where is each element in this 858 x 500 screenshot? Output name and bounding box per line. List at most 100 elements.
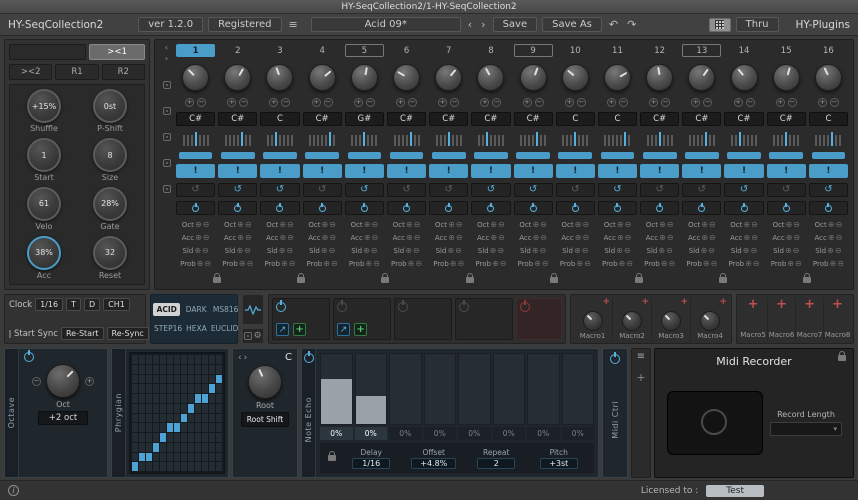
step-note[interactable]: C# xyxy=(724,112,763,126)
seq-tab[interactable]: R1 xyxy=(55,64,98,80)
plus-circle-icon[interactable]: ⊕ xyxy=(490,234,497,242)
minus-circle-icon[interactable]: ⊖ xyxy=(793,221,800,229)
scale-cell[interactable] xyxy=(216,433,222,442)
echo-lock-icon[interactable] xyxy=(328,455,336,461)
scale-cell[interactable] xyxy=(132,355,138,364)
scale-cell[interactable] xyxy=(216,423,222,432)
step-note[interactable]: C xyxy=(556,112,595,126)
octave-knob[interactable] xyxy=(46,364,80,398)
scale-cell[interactable] xyxy=(132,375,138,384)
step-accent[interactable]: ! xyxy=(429,164,468,178)
row-randomize-icon[interactable] xyxy=(163,185,171,193)
step-plus-icon[interactable]: + xyxy=(396,98,405,107)
minus-circle-icon[interactable]: ⊖ xyxy=(625,234,632,242)
scale-cell[interactable] xyxy=(195,433,201,442)
macro-add-icon[interactable]: + xyxy=(681,297,689,307)
scale-cell[interactable] xyxy=(139,423,145,432)
root-shift-button[interactable]: Root Shift xyxy=(241,412,289,427)
scale-cell[interactable] xyxy=(181,414,187,423)
lock-icon[interactable] xyxy=(381,277,389,283)
mini-prob[interactable]: Prob⊕⊖ xyxy=(556,259,595,270)
step-slide[interactable]: ↺ xyxy=(176,183,215,197)
step-slide[interactable]: ↺ xyxy=(556,183,595,197)
step-knob[interactable] xyxy=(731,64,758,91)
mini-prob[interactable]: Prob⊕⊖ xyxy=(514,259,553,270)
scale-cell[interactable] xyxy=(146,433,152,442)
minus-circle-icon[interactable]: ⊖ xyxy=(836,234,843,242)
step-length-bar[interactable] xyxy=(305,152,339,159)
step-length-bar[interactable] xyxy=(812,152,846,159)
scale-cell[interactable] xyxy=(202,443,208,452)
step-plus-icon[interactable]: + xyxy=(312,98,321,107)
step-octave-ticks[interactable] xyxy=(682,130,721,146)
step-length-bar[interactable] xyxy=(221,152,255,159)
scale-cell[interactable] xyxy=(216,355,222,364)
step-gate[interactable] xyxy=(767,201,806,215)
mini-prob[interactable]: Prob⊕⊖ xyxy=(218,259,257,270)
step-accent[interactable]: ! xyxy=(724,164,763,178)
plus-circle-icon[interactable]: ⊕ xyxy=(281,260,288,268)
scale-cell[interactable] xyxy=(174,404,180,413)
plus-circle-icon[interactable]: ⊕ xyxy=(828,221,835,229)
scale-cell[interactable] xyxy=(153,404,159,413)
step-slide[interactable]: ↺ xyxy=(640,183,679,197)
minus-circle-icon[interactable]: ⊖ xyxy=(372,234,379,242)
step-octave-ticks[interactable] xyxy=(809,130,848,146)
scale-cell[interactable] xyxy=(174,384,180,393)
plus-circle-icon[interactable]: ⊕ xyxy=(661,260,668,268)
scale-cell[interactable] xyxy=(209,453,215,462)
row-randomize-icon[interactable] xyxy=(163,81,171,89)
mini-oct[interactable]: Oct⊕⊖ xyxy=(724,220,763,231)
scale-cell[interactable] xyxy=(181,423,187,432)
step-minus-icon[interactable]: − xyxy=(492,98,501,107)
triplet-button[interactable]: T xyxy=(66,298,81,311)
scale-cell[interactable] xyxy=(167,453,173,462)
scale-cell[interactable] xyxy=(167,355,173,364)
step-slide[interactable]: ↺ xyxy=(682,183,721,197)
step-minus-icon[interactable]: − xyxy=(197,98,206,107)
step-accent[interactable]: ! xyxy=(640,164,679,178)
scale-cell[interactable] xyxy=(167,443,173,452)
plus-circle-icon[interactable]: ⊕ xyxy=(490,221,497,229)
step-gate[interactable] xyxy=(471,201,510,215)
echo-step[interactable] xyxy=(493,353,526,425)
step-minus-icon[interactable]: − xyxy=(703,98,712,107)
mini-oct[interactable]: Oct⊕⊖ xyxy=(640,220,679,231)
step-accent[interactable]: ! xyxy=(514,164,553,178)
scale-cell[interactable] xyxy=(146,375,152,384)
macro-knob[interactable] xyxy=(622,311,642,331)
step-octave-ticks[interactable] xyxy=(640,130,679,146)
minus-circle-icon[interactable]: ⊖ xyxy=(582,247,589,255)
step-accent[interactable]: ! xyxy=(767,164,806,178)
mini-sld[interactable]: Sld⊕⊖ xyxy=(260,246,299,257)
waveform-icon[interactable] xyxy=(242,294,264,325)
scale-cell[interactable] xyxy=(181,394,187,403)
plus-circle-icon[interactable]: ⊕ xyxy=(490,247,497,255)
minus-circle-icon[interactable]: ⊖ xyxy=(247,260,254,268)
lock-icon[interactable] xyxy=(466,277,474,283)
step-plus-icon[interactable]: + xyxy=(480,98,489,107)
plus-circle-icon[interactable]: ⊕ xyxy=(743,221,750,229)
step-octave-ticks[interactable] xyxy=(176,130,215,146)
step-octave-ticks[interactable] xyxy=(260,130,299,146)
mini-sld[interactable]: Sld⊕⊖ xyxy=(514,246,553,257)
mini-oct[interactable]: Oct⊕⊖ xyxy=(556,220,595,231)
seq-tab[interactable]: R2 xyxy=(102,64,145,80)
minus-circle-icon[interactable]: ⊖ xyxy=(203,221,210,229)
step-plus-icon[interactable]: + xyxy=(776,98,785,107)
mod-power-icon[interactable] xyxy=(459,302,469,312)
plus-circle-icon[interactable]: ⊕ xyxy=(575,234,582,242)
step-number[interactable]: 5 xyxy=(345,44,384,57)
mode-hexa[interactable]: HEXA xyxy=(185,322,208,335)
scale-cell[interactable] xyxy=(167,462,173,471)
plus-circle-icon[interactable]: ⊕ xyxy=(786,221,793,229)
scale-cell[interactable] xyxy=(139,355,145,364)
root-prev-icon[interactable]: ‹ xyxy=(238,353,242,363)
mini-prob[interactable]: Prob⊕⊖ xyxy=(387,259,426,270)
plus-circle-icon[interactable]: ⊕ xyxy=(363,247,370,255)
knob-reset[interactable]: 32 xyxy=(93,236,127,270)
lock-icon[interactable] xyxy=(550,277,558,283)
scale-cell[interactable] xyxy=(132,462,138,471)
octave-value[interactable]: +2 oct xyxy=(38,411,88,425)
mini-oct[interactable]: Oct⊕⊖ xyxy=(345,220,384,231)
